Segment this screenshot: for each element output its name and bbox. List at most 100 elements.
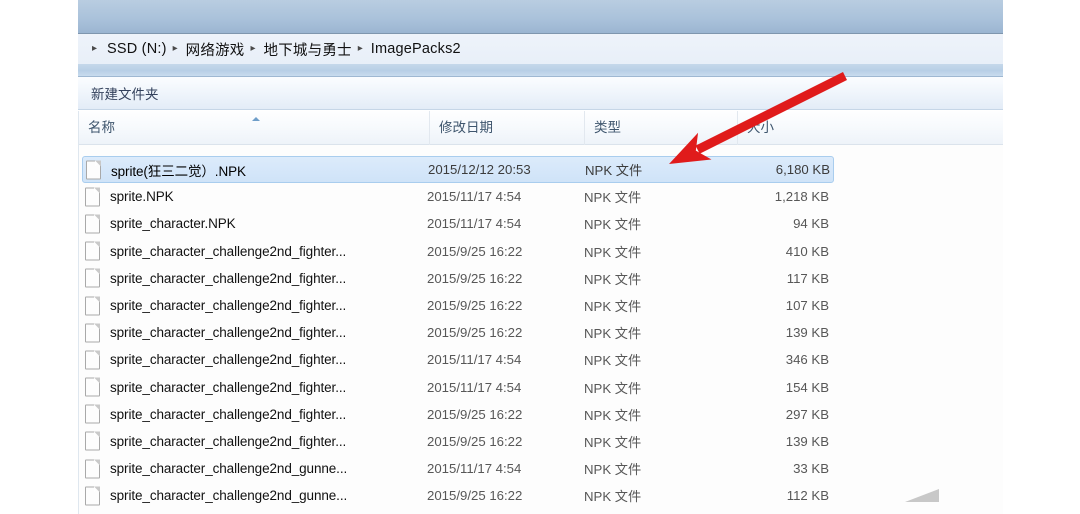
file-icon <box>85 486 100 506</box>
address-bar[interactable]: ▸ SSD (N:) ▸ 网络游戏 ▸ 地下城与勇士 ▸ ImagePacks2 <box>78 34 1003 64</box>
file-icon <box>85 404 100 424</box>
file-rows-container: sprite(狂三二觉）.NPK 2015/12/12 20:53 NPK 文件 6,… <box>79 156 1003 509</box>
document-icon <box>85 459 100 479</box>
explorer-window: ▸ SSD (N:) ▸ 网络游戏 ▸ 地下城与勇士 ▸ ImagePacks2… <box>78 0 1003 514</box>
breadcrumb-item-dungeon-fighter[interactable]: 地下城与勇士 <box>264 39 352 60</box>
table-row[interactable]: sprite_character_challenge2nd_fighter...… <box>79 292 1003 319</box>
file-name-cell: sprite_character_challenge2nd_gunne... <box>110 461 348 477</box>
table-row[interactable]: sprite_character_challenge2nd_fighter...… <box>79 265 1003 292</box>
file-icon <box>85 377 100 397</box>
table-row[interactable]: sprite_character_challenge2nd_gunne... 20… <box>79 482 1003 509</box>
table-row[interactable]: sprite_character_challenge2nd_gunne... 20… <box>79 455 1003 482</box>
file-list-pane[interactable]: 名称 修改日期 类型 大小 sprite(狂三二觉）.NPK 2015/12/12… <box>78 111 1003 514</box>
window-title-band <box>78 0 1003 34</box>
table-row[interactable]: sprite_character_challenge2nd_fighter...… <box>79 238 1003 265</box>
document-icon <box>85 323 100 343</box>
breadcrumb-item-online-games[interactable]: 网络游戏 <box>186 39 245 60</box>
table-row[interactable]: sprite(狂三二觉）.NPK 2015/12/12 20:53 NPK 文件 6,… <box>82 156 834 184</box>
table-row[interactable]: sprite_character_challenge2nd_fighter...… <box>79 346 1003 373</box>
chevron-right-icon: ▸ <box>92 43 98 54</box>
file-icon <box>85 350 100 370</box>
file-name-cell: sprite_character_challenge2nd_fighter... <box>110 325 347 341</box>
file-icon <box>85 241 100 261</box>
chevron-right-icon: ▸ <box>172 43 178 54</box>
table-row[interactable]: sprite_character_challenge2nd_fighter...… <box>79 319 1003 346</box>
file-type-cell: NPK 文件 <box>584 244 642 260</box>
table-row[interactable]: sprite_character.NPK 2015/11/17 4:54 NPK 文… <box>79 210 1003 237</box>
file-size-cell: 139 KB <box>785 433 829 449</box>
command-toolbar: 新建文件夹 <box>78 77 1003 110</box>
file-type-cell: NPK 文件 <box>584 326 642 342</box>
sort-ascending-icon <box>252 117 260 121</box>
date-modified-cell: 2015/11/17 4:54 <box>427 189 522 205</box>
date-modified-cell: 2015/9/25 16:22 <box>427 433 523 449</box>
table-row[interactable]: sprite_character_challenge2nd_fighter...… <box>79 428 1003 455</box>
date-modified-cell: 2015/9/25 16:22 <box>427 488 523 504</box>
file-size-cell: 112 KB <box>786 488 829 504</box>
file-icon <box>85 431 100 451</box>
file-icon <box>85 268 100 288</box>
table-row[interactable]: sprite_character_challenge2nd_fighter...… <box>79 401 1003 428</box>
date-modified-cell: 2015/9/25 16:22 <box>427 325 523 341</box>
breadcrumb-item-imagepacks2[interactable]: ImagePacks2 <box>371 41 461 57</box>
document-icon <box>85 404 100 424</box>
file-type-cell: NPK 文件 <box>584 407 642 423</box>
file-icon <box>85 459 100 479</box>
file-name-cell: sprite_character_challenge2nd_fighter... <box>110 270 347 286</box>
document-icon <box>85 214 100 234</box>
document-icon <box>85 268 100 288</box>
file-name-cell: sprite_character_challenge2nd_gunne... <box>110 488 348 504</box>
table-row[interactable]: sprite_character_challenge2nd_fighter...… <box>79 374 1003 401</box>
date-modified-cell: 2015/12/12 20:53 <box>428 162 531 178</box>
file-icon <box>85 323 100 343</box>
date-modified-cell: 2015/9/25 16:22 <box>427 298 523 314</box>
date-modified-cell: 2015/11/17 4:54 <box>427 461 522 477</box>
file-icon <box>85 214 100 234</box>
file-size-cell: 94 KB <box>793 216 829 232</box>
file-icon <box>85 187 100 207</box>
file-size-cell: 117 KB <box>786 270 829 286</box>
file-name-cell: sprite_character_challenge2nd_fighter... <box>110 379 347 395</box>
file-type-cell: NPK 文件 <box>584 462 642 478</box>
column-header-date-modified[interactable]: 修改日期 <box>429 111 584 145</box>
date-modified-cell: 2015/9/25 16:22 <box>427 270 523 286</box>
file-name-cell: sprite_character_challenge2nd_fighter... <box>110 352 347 368</box>
file-size-cell: 154 KB <box>785 379 829 395</box>
document-icon <box>85 296 100 316</box>
file-type-cell: NPK 文件 <box>584 271 642 287</box>
file-type-cell: NPK 文件 <box>584 190 642 206</box>
file-type-cell: NPK 文件 <box>584 434 642 450</box>
file-size-cell: 410 KB <box>785 243 829 259</box>
file-size-cell: 1,218 KB <box>774 189 829 205</box>
document-icon <box>85 187 100 207</box>
date-modified-cell: 2015/11/17 4:54 <box>427 352 522 368</box>
date-modified-cell: 2015/9/25 16:22 <box>427 406 523 422</box>
document-icon <box>86 160 101 180</box>
date-modified-cell: 2015/11/17 4:54 <box>427 216 522 232</box>
document-icon <box>85 377 100 397</box>
table-row[interactable]: sprite.NPK 2015/11/17 4:54 NPK 文件 1,218 KB <box>79 183 1003 210</box>
file-size-cell: 346 KB <box>785 352 829 368</box>
file-size-cell: 33 KB <box>793 461 829 477</box>
file-name-cell: sprite.NPK <box>110 189 174 205</box>
file-type-cell: NPK 文件 <box>584 299 642 315</box>
document-icon <box>85 486 100 506</box>
file-size-cell: 139 KB <box>785 325 829 341</box>
file-name-cell: sprite_character_challenge2nd_fighter... <box>110 298 347 314</box>
file-name-cell: sprite_character_challenge2nd_fighter... <box>110 406 347 422</box>
chevron-right-icon: ▸ <box>357 43 363 54</box>
file-icon <box>85 296 100 316</box>
breadcrumb[interactable]: ▸ SSD (N:) ▸ 网络游戏 ▸ 地下城与勇士 ▸ ImagePacks2 <box>86 39 461 60</box>
column-header-row: 名称 修改日期 类型 大小 <box>79 111 1003 145</box>
file-size-cell: 107 KB <box>785 298 829 314</box>
document-icon <box>85 241 100 261</box>
column-header-size[interactable]: 大小 <box>737 111 847 145</box>
new-folder-button[interactable]: 新建文件夹 <box>85 80 165 106</box>
file-name-cell: sprite_character.NPK <box>110 216 236 232</box>
file-size-cell: 6,180 KB <box>775 162 830 178</box>
document-icon <box>85 350 100 370</box>
breadcrumb-item-ssd[interactable]: SSD (N:) <box>107 41 167 57</box>
file-type-cell: NPK 文件 <box>584 353 642 369</box>
file-type-cell: NPK 文件 <box>584 380 642 396</box>
column-header-type[interactable]: 类型 <box>584 111 737 145</box>
